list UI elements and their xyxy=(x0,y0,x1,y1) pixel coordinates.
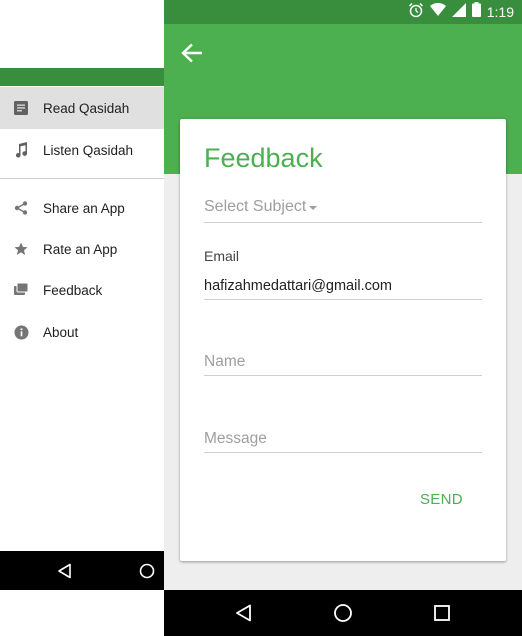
system-navigation-bar xyxy=(164,590,522,636)
share-icon xyxy=(13,200,29,216)
signal-icon xyxy=(451,2,466,22)
home-nav-icon[interactable] xyxy=(331,601,355,625)
drawer-item-label: Listen Qasidah xyxy=(43,142,134,158)
battery-icon xyxy=(471,2,481,22)
drawer-item-label: About xyxy=(43,324,79,340)
drawer-divider xyxy=(0,178,164,179)
drawer-item-label: Share an App xyxy=(43,200,125,216)
name-field[interactable] xyxy=(204,350,482,374)
status-bar: 1:19 xyxy=(164,0,522,24)
send-button[interactable]: SEND xyxy=(420,491,463,508)
name-field-container xyxy=(204,350,482,376)
drawer-item-label: Read Qasidah xyxy=(43,100,130,116)
drawer-item-about[interactable]: About xyxy=(0,311,164,353)
drawer-item-label: Rate an App xyxy=(43,241,118,257)
drawer-item-label: Feedback xyxy=(43,282,103,298)
email-field[interactable] xyxy=(204,274,482,298)
subject-select-placeholder: Select Subject xyxy=(204,198,307,215)
document-icon xyxy=(13,100,29,116)
back-nav-icon[interactable] xyxy=(232,601,256,625)
feedback-screen: 1:19 Feedback Select Subject Email SEND xyxy=(164,0,522,636)
drawer-item-rate-app[interactable]: Rate an App xyxy=(0,228,164,270)
drawer-navigation-bar xyxy=(0,551,164,590)
home-nav-icon[interactable] xyxy=(136,560,158,582)
wifi-icon xyxy=(429,2,446,22)
subject-select[interactable]: Select Subject xyxy=(204,195,482,223)
feedback-form-card: Feedback Select Subject Email SEND xyxy=(180,119,506,561)
recents-nav-icon[interactable] xyxy=(430,601,454,625)
drawer-header xyxy=(0,68,164,86)
drawer-item-read-qasidah[interactable]: Read Qasidah xyxy=(0,87,164,129)
drawer-item-share-app[interactable]: Share an App xyxy=(0,187,164,229)
drawer-item-listen-qasidah[interactable]: Listen Qasidah xyxy=(0,129,164,171)
caret-down-icon xyxy=(309,206,317,210)
status-time: 1:19 xyxy=(486,4,514,20)
message-field-container xyxy=(204,427,482,453)
page-title: Feedback xyxy=(204,143,323,173)
arrow-back-icon[interactable] xyxy=(178,39,206,67)
message-field[interactable] xyxy=(204,427,482,451)
drawer-item-feedback[interactable]: Feedback xyxy=(0,269,164,311)
star-icon xyxy=(13,241,29,257)
email-label: Email xyxy=(204,248,240,264)
email-field-container xyxy=(204,274,482,300)
feedback-icon xyxy=(13,282,29,298)
back-nav-icon[interactable] xyxy=(54,560,76,582)
info-icon xyxy=(13,324,29,340)
alarm-icon xyxy=(408,2,424,23)
navigation-drawer: Read Qasidah Listen Qasidah Share an App… xyxy=(0,0,164,636)
music-note-icon xyxy=(13,142,29,158)
